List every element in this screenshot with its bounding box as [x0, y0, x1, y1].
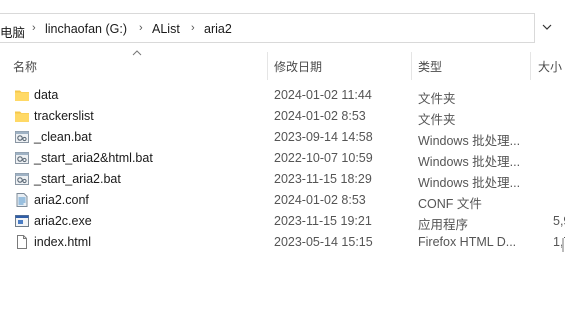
file-name: aria2.conf — [34, 193, 89, 207]
file-row[interactable]: _start_aria2.bat 2023-11-15 18:29 Windows … — [0, 169, 565, 190]
sort-ascending-icon — [132, 50, 142, 56]
column-header-name[interactable]: 名称 — [13, 58, 37, 75]
address-dropdown-chevron-icon[interactable] — [541, 22, 553, 32]
column-divider[interactable] — [267, 52, 268, 80]
scroll-edge — [562, 238, 564, 252]
file-row[interactable]: aria2.conf 2024-01-02 8:53 CONF 文件 — [0, 190, 565, 211]
file-row[interactable]: aria2c.exe 2023-11-15 19:21 应用程序 5,9 — [0, 211, 565, 232]
file-name: _start_aria2.bat — [34, 172, 121, 186]
file-modified-date: 2023-11-15 18:29 — [274, 172, 372, 186]
file-type: Firefox HTML D... — [418, 235, 517, 249]
file-modified-date: 2022-10-07 10:59 — [274, 151, 373, 165]
file-modified-date: 2024-01-02 8:53 — [274, 109, 366, 123]
batch-file-icon — [14, 171, 30, 187]
file-size: 5,9 — [553, 214, 565, 228]
file-modified-date: 2023-09-14 14:58 — [274, 130, 373, 144]
file-name: _start_aria2&html.bat — [34, 151, 153, 165]
column-divider[interactable] — [530, 52, 531, 80]
file-name: data — [34, 88, 59, 102]
file-modified-date: 2023-11-15 19:21 — [274, 214, 372, 228]
config-file-icon — [14, 192, 30, 208]
file-type: 文件夹 — [418, 92, 456, 106]
file-row[interactable]: index.html 2023-05-14 15:15 Firefox HTML D… — [0, 232, 565, 253]
document-icon — [14, 234, 30, 250]
file-modified-date: 2024-01-02 11:44 — [274, 88, 372, 102]
file-modified-date: 2024-01-02 8:53 — [274, 193, 366, 207]
file-type: Windows 批处理... — [418, 134, 521, 148]
file-row[interactable]: _clean.bat 2023-09-14 14:58 Windows 批处理... — [0, 127, 565, 148]
file-name: trackerslist — [34, 109, 94, 123]
column-header-date[interactable]: 修改日期 — [274, 58, 322, 75]
file-name: index.html — [34, 235, 91, 249]
file-type: Windows 批处理... — [418, 176, 521, 190]
breadcrumb-drive[interactable]: linchaofan (G:) — [45, 22, 127, 36]
breadcrumb-separator-icon[interactable]: › — [139, 22, 143, 34]
file-name: _clean.bat — [34, 130, 92, 144]
breadcrumb-alist[interactable]: AList — [152, 22, 180, 36]
file-type: 文件夹 — [418, 113, 456, 127]
folder-icon — [14, 108, 30, 124]
file-row[interactable]: trackerslist 2024-01-02 8:53 文件夹 — [0, 106, 565, 127]
folder-icon — [14, 87, 30, 103]
file-name: aria2c.exe — [34, 214, 92, 228]
column-divider[interactable] — [411, 52, 412, 80]
breadcrumb-separator-icon[interactable]: › — [32, 22, 36, 34]
file-row[interactable]: data 2024-01-02 11:44 文件夹 — [0, 85, 565, 106]
batch-file-icon — [14, 150, 30, 166]
breadcrumb-separator-icon[interactable]: › — [191, 22, 195, 34]
column-header-size[interactable]: 大小 — [538, 58, 562, 75]
breadcrumb-aria2[interactable]: aria2 — [204, 22, 232, 36]
file-row[interactable]: _start_aria2&html.bat 2022-10-07 10:59 Win… — [0, 148, 565, 169]
file-modified-date: 2023-05-14 15:15 — [274, 235, 373, 249]
file-type: CONF 文件 — [418, 197, 482, 211]
breadcrumb-computer[interactable]: 电脑 — [0, 22, 25, 41]
batch-file-icon — [14, 129, 30, 145]
file-type: Windows 批处理... — [418, 155, 521, 169]
address-bar[interactable]: 电脑 › linchaofan (G:) › AList › aria2 — [0, 13, 535, 43]
executable-icon — [14, 213, 30, 229]
column-header-type[interactable]: 类型 — [418, 58, 442, 75]
file-type: 应用程序 — [418, 218, 469, 232]
